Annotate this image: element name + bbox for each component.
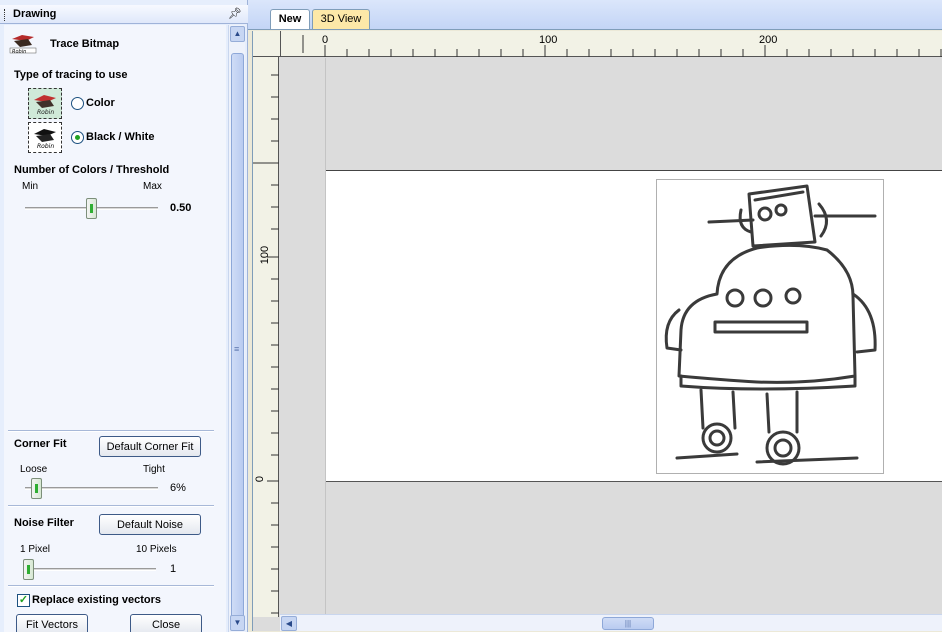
color-option-label[interactable]: Color bbox=[86, 97, 115, 109]
noise-min-label: 1 Pixel bbox=[20, 544, 51, 555]
vertical-ruler: 100 0 bbox=[253, 57, 279, 617]
grip-icon[interactable] bbox=[4, 9, 7, 21]
divider bbox=[8, 585, 214, 587]
fit-vectors-button[interactable]: Fit Vectors bbox=[16, 614, 88, 632]
robin-color-icon: Robin bbox=[34, 95, 56, 116]
svg-text:Robin: Robin bbox=[37, 109, 54, 116]
robin-bw-icon: Robin bbox=[34, 129, 56, 150]
corner-fit-value: 6% bbox=[170, 482, 186, 494]
vertical-ruler-ticks bbox=[253, 74, 279, 614]
ruler-corner bbox=[253, 31, 281, 57]
replace-vectors-label[interactable]: Replace existing vectors bbox=[32, 594, 161, 606]
noise-slider-track[interactable] bbox=[25, 568, 156, 571]
scroll-down-icon[interactable]: ▼ bbox=[230, 615, 245, 631]
corner-fit-min-label: Loose bbox=[20, 464, 48, 475]
panel-title: Drawing bbox=[13, 8, 57, 20]
bw-thumbnail[interactable]: Robin bbox=[28, 122, 62, 153]
scroll-up-icon[interactable]: ▲ bbox=[230, 26, 245, 42]
scroll-left-icon[interactable]: ◀ bbox=[281, 616, 297, 631]
corner-fit-slider-thumb[interactable] bbox=[31, 478, 42, 499]
threshold-value: 0.50 bbox=[170, 202, 192, 214]
noise-value: 1 bbox=[170, 563, 177, 575]
divider bbox=[8, 430, 214, 432]
close-button[interactable]: Close bbox=[130, 614, 202, 632]
hruler-label-100: 100 bbox=[539, 34, 558, 46]
panel-scrollbar[interactable]: ▲ ▼ bbox=[228, 25, 245, 632]
threshold-max-label: Max bbox=[143, 181, 162, 192]
drawing-viewport[interactable]: 0 100 200 100 0 ◀ ||| bbox=[252, 31, 942, 631]
scrollbar-thumb[interactable] bbox=[231, 53, 244, 629]
svg-text:Robin: Robin bbox=[12, 49, 26, 55]
noise-max-label: 10 Pixels bbox=[136, 544, 177, 555]
noise-filter-label: Noise Filter bbox=[14, 517, 74, 529]
tool-title: Trace Bitmap bbox=[50, 38, 120, 50]
corner-fit-label: Corner Fit bbox=[14, 438, 67, 450]
divider bbox=[8, 505, 214, 507]
trace-bitmap-icon: Robin bbox=[9, 35, 37, 55]
horizontal-ruler: 0 100 200 bbox=[281, 31, 942, 57]
color-radio[interactable] bbox=[71, 97, 84, 110]
hruler-label-0: 0 bbox=[322, 34, 329, 46]
corner-fit-max-label: Tight bbox=[143, 464, 165, 475]
canvas-horizontal-scrollbar[interactable]: ◀ ||| bbox=[280, 614, 942, 631]
noise-slider-thumb[interactable] bbox=[23, 559, 34, 580]
color-thumbnail[interactable]: Robin bbox=[28, 88, 62, 119]
corner-fit-slider-track[interactable] bbox=[25, 487, 158, 490]
drawing-panel: Drawing 📌︎ Robin Trace Bitmap Type of tr… bbox=[0, 0, 248, 632]
default-noise-button[interactable]: Default Noise bbox=[99, 514, 201, 535]
tracing-type-label: Type of tracing to use bbox=[14, 69, 128, 81]
replace-vectors-checkbox[interactable]: ✓ bbox=[17, 594, 30, 607]
robot-bitmap-image bbox=[664, 184, 877, 466]
vruler-label-0: 0 bbox=[254, 475, 267, 483]
horizontal-ruler-ticks bbox=[302, 35, 942, 57]
drawing-canvas[interactable] bbox=[280, 58, 942, 614]
tab-new[interactable]: New bbox=[270, 9, 310, 29]
bw-radio[interactable] bbox=[71, 131, 84, 144]
panel-header: Drawing 📌︎ bbox=[0, 5, 248, 24]
threshold-min-label: Min bbox=[22, 181, 39, 192]
default-corner-fit-button[interactable]: Default Corner Fit bbox=[99, 436, 201, 457]
hruler-label-200: 200 bbox=[759, 34, 778, 46]
svg-text:Robin: Robin bbox=[37, 143, 54, 150]
pin-icon[interactable]: 📌︎ bbox=[228, 7, 242, 20]
bw-option-label[interactable]: Black / White bbox=[86, 131, 154, 143]
tab-3d-view[interactable]: 3D View bbox=[312, 9, 370, 29]
threshold-slider-thumb[interactable] bbox=[86, 198, 97, 219]
traced-bitmap[interactable] bbox=[656, 179, 884, 474]
threshold-label: Number of Colors / Threshold bbox=[14, 164, 170, 176]
vruler-label-100: 100 bbox=[259, 245, 271, 265]
horizontal-scrollbar-thumb[interactable]: ||| bbox=[602, 617, 654, 630]
view-tabbar: New 3D View bbox=[248, 0, 942, 30]
panel-body: Robin Trace Bitmap Type of tracing to us… bbox=[4, 25, 226, 632]
